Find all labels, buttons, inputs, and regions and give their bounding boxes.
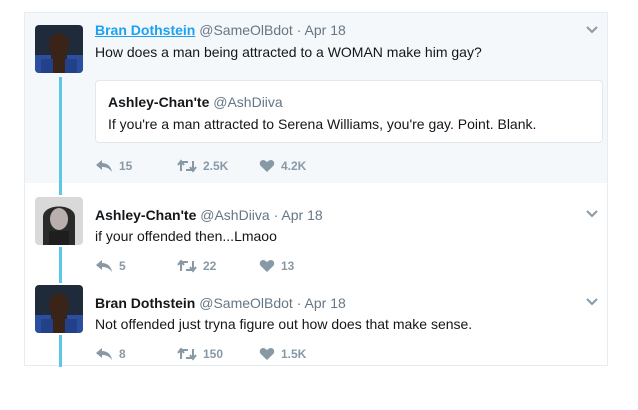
tweet-text: Not offended just tryna figure out how d…	[95, 316, 473, 332]
retweet-count: 22	[203, 259, 217, 273]
tweet[interactable]: Bran Dothstein @SameOlBdot · Apr 18 How …	[25, 13, 607, 183]
thread-line	[59, 77, 62, 183]
like-button[interactable]: 1.5K	[259, 345, 306, 363]
retweet-button[interactable]: 2.5K	[177, 157, 228, 175]
reply-icon	[96, 160, 112, 172]
separator: ·	[296, 295, 302, 311]
chevron-down-icon[interactable]	[585, 207, 599, 221]
separator: ·	[273, 207, 279, 223]
reply-icon	[96, 260, 112, 272]
chevron-down-icon[interactable]	[585, 295, 599, 309]
quoted-header: Ashley-Chan'te @AshDiiva	[108, 94, 283, 111]
reply-icon	[96, 348, 112, 360]
quoted-tweet[interactable]: Ashley-Chan'te @AshDiiva If you're a man…	[95, 80, 603, 143]
avatar[interactable]	[35, 285, 83, 333]
author-handle[interactable]: @SameOlBdot	[199, 22, 293, 38]
heart-icon	[259, 259, 275, 272]
quoted-text: If you're a man attracted to Serena Will…	[108, 116, 537, 132]
quoted-author-name: Ashley-Chan'te	[108, 94, 210, 110]
heart-icon	[259, 159, 275, 172]
reply-button[interactable]: 15	[95, 157, 132, 175]
tweet-date[interactable]: Apr 18	[305, 22, 346, 38]
reply-count: 15	[119, 159, 133, 173]
retweet-count: 150	[203, 347, 224, 361]
author-name[interactable]: Bran Dothstein	[95, 22, 195, 38]
tweet-text: if your offended then...Lmaoo	[95, 228, 277, 244]
like-count: 1.5K	[281, 347, 307, 361]
tweet-header: Ashley-Chan'te @AshDiiva · Apr 18	[95, 207, 323, 224]
quoted-author-handle: @AshDiiva	[213, 94, 283, 110]
avatar[interactable]	[35, 25, 83, 73]
retweet-count: 2.5K	[203, 159, 229, 173]
separator: ·	[296, 22, 302, 38]
heart-icon	[259, 347, 275, 360]
like-button[interactable]: 13	[259, 257, 294, 275]
tweet[interactable]: Ashley-Chan'te @AshDiiva · Apr 18 if you…	[25, 183, 607, 283]
avatar[interactable]	[35, 197, 83, 245]
reply-button[interactable]: 5	[95, 257, 126, 275]
retweet-icon	[177, 347, 197, 361]
tweet-date[interactable]: Apr 18	[281, 207, 322, 223]
chevron-down-icon[interactable]	[585, 23, 599, 37]
tweet-text: How does a man being attracted to a WOMA…	[95, 44, 482, 60]
reply-count: 5	[119, 259, 126, 273]
like-count: 4.2K	[281, 159, 307, 173]
conversation-thread: Bran Dothstein @SameOlBdot · Apr 18 How …	[24, 12, 608, 367]
retweet-icon	[177, 159, 197, 173]
author-name[interactable]: Bran Dothstein	[95, 295, 195, 311]
retweet-button[interactable]: 22	[177, 257, 216, 275]
like-button[interactable]: 4.2K	[259, 157, 306, 175]
thread-line	[59, 335, 62, 367]
reply-count: 8	[119, 347, 126, 361]
author-handle[interactable]: @AshDiiva	[200, 207, 269, 223]
retweet-button[interactable]: 150	[177, 345, 223, 363]
retweet-icon	[177, 259, 197, 273]
reply-button[interactable]: 8	[95, 345, 126, 363]
tweet-header: Bran Dothstein @SameOlBdot · Apr 18	[95, 22, 346, 39]
author-handle[interactable]: @SameOlBdot	[199, 295, 293, 311]
author-name[interactable]: Ashley-Chan'te	[95, 207, 196, 223]
thread-line	[59, 247, 62, 283]
tweet[interactable]: Bran Dothstein @SameOlBdot · Apr 18 Not …	[25, 283, 607, 367]
thread-line	[59, 183, 62, 195]
like-count: 13	[281, 259, 295, 273]
tweet-header: Bran Dothstein @SameOlBdot · Apr 18	[95, 295, 346, 312]
tweet-date[interactable]: Apr 18	[305, 295, 346, 311]
